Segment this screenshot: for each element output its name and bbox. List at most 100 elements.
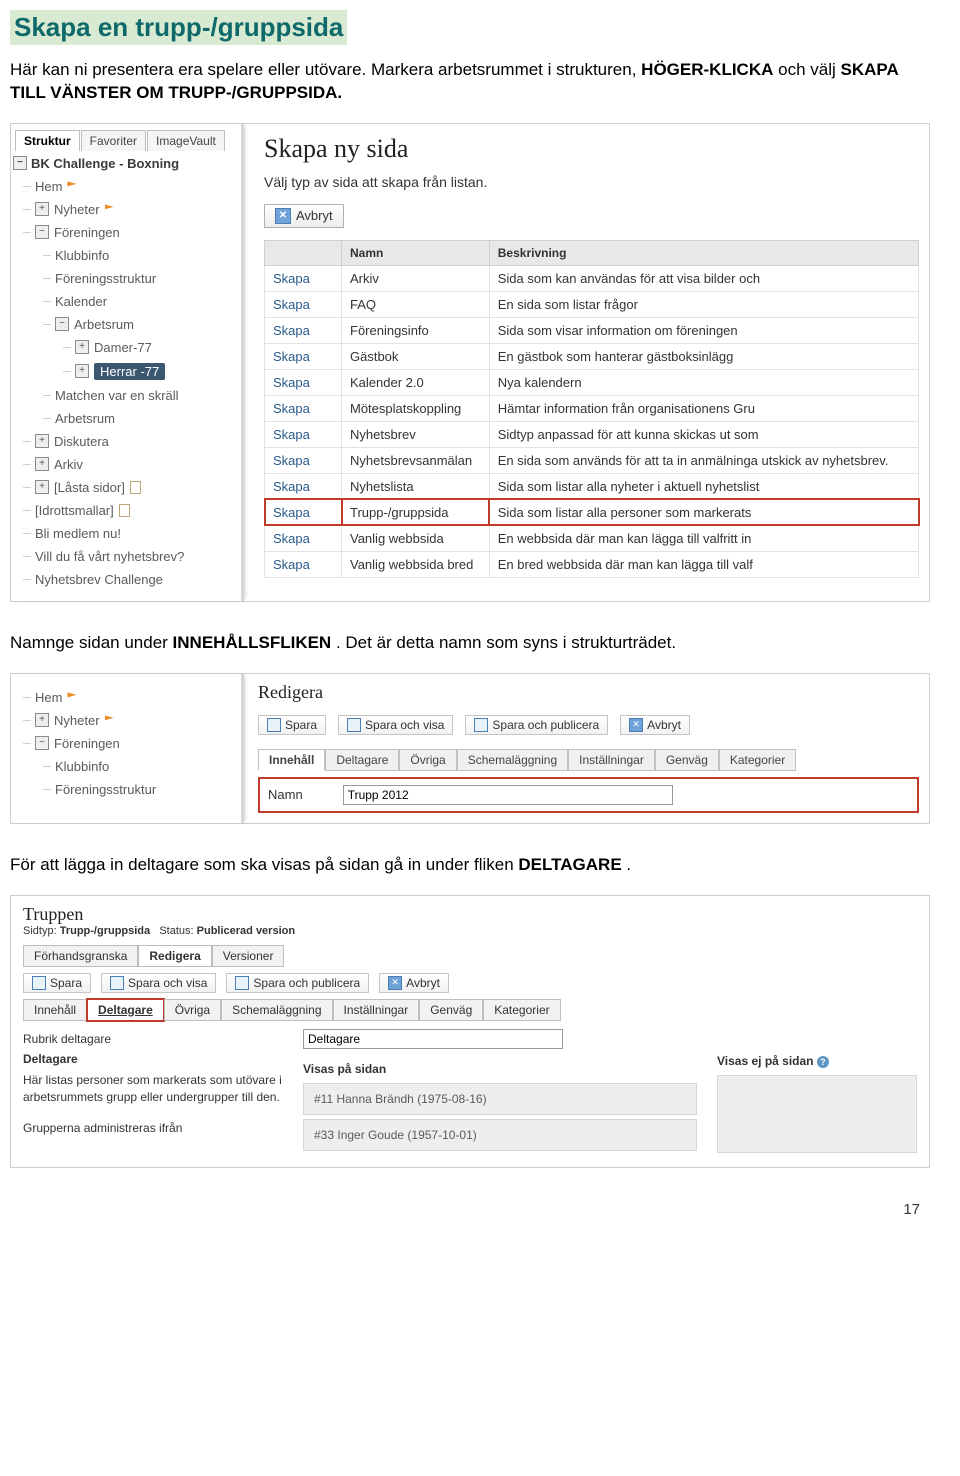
save-button[interactable]: Spara	[23, 973, 91, 993]
expand-icon[interactable]	[35, 434, 49, 448]
cancel-button[interactable]: ✕Avbryt	[620, 715, 690, 735]
tree-item[interactable]: Matchen var en skräll	[11, 384, 241, 407]
tab-schemalaggning[interactable]: Schemaläggning	[221, 999, 332, 1021]
skapa-link[interactable]: Skapa	[265, 395, 342, 421]
empty-dropzone[interactable]	[717, 1075, 917, 1153]
text: För att lägga in deltagare som ska visas…	[10, 855, 518, 874]
tree-item[interactable]: Nyhetsbrev Challenge	[11, 568, 241, 591]
table-row[interactable]: SkapaVanlig webbsidaEn webbsida där man …	[265, 525, 919, 551]
table-row[interactable]: SkapaArkivSida som kan användas för att …	[265, 265, 919, 291]
tree-root[interactable]: BK Challenge - Boxning	[11, 151, 241, 171]
skapa-link[interactable]: Skapa	[265, 447, 342, 473]
tree-item[interactable]: Nyheter	[11, 709, 241, 732]
tree-item[interactable]: Föreningsstruktur	[11, 267, 241, 290]
collapse-icon[interactable]	[13, 156, 27, 170]
save-view-button[interactable]: Spara och visa	[338, 715, 453, 735]
tree-item[interactable]: Hem	[11, 686, 241, 709]
table-row[interactable]: SkapaFöreningsinfoSida som visar informa…	[265, 317, 919, 343]
tree-item[interactable]: Föreningsstruktur	[11, 778, 241, 801]
tab-installningar[interactable]: Inställningar	[568, 749, 655, 771]
tree-item[interactable]: Klubbinfo	[11, 244, 241, 267]
expand-icon[interactable]	[75, 364, 89, 378]
skapa-link[interactable]: Skapa	[265, 421, 342, 447]
tree-item[interactable]: Vill du få vårt nyhetsbrev?	[11, 545, 241, 568]
tree-item[interactable]: Arkiv	[11, 453, 241, 476]
tree-item[interactable]: Diskutera	[11, 430, 241, 453]
name-input[interactable]	[343, 785, 673, 805]
save-view-button[interactable]: Spara och visa	[101, 973, 216, 993]
skapa-link[interactable]: Skapa	[265, 317, 342, 343]
value: Trupp-/gruppsida	[60, 925, 150, 937]
tab-struktur[interactable]: Struktur	[15, 130, 80, 151]
collapse-icon[interactable]	[35, 736, 49, 750]
tab-ovriga[interactable]: Övriga	[164, 999, 221, 1021]
name-label: Namn	[268, 787, 303, 802]
save-publish-button[interactable]: Spara och publicera	[226, 973, 369, 993]
table-row[interactable]: SkapaMötesplatskopplingHämtar informatio…	[265, 395, 919, 421]
skapa-link[interactable]: Skapa	[265, 369, 342, 395]
tab-genvag[interactable]: Genväg	[655, 749, 719, 771]
table-row[interactable]: SkapaNyhetslistaSida som listar alla nyh…	[265, 473, 919, 499]
tab-ovriga[interactable]: Övriga	[399, 749, 456, 771]
save-publish-button[interactable]: Spara och publicera	[465, 715, 608, 735]
tab-kategorier[interactable]: Kategorier	[719, 749, 796, 771]
tree-item[interactable]: Arbetsrum	[11, 407, 241, 430]
name-cell: Nyhetsbrevsanmälan	[342, 447, 490, 473]
save-button[interactable]: Spara	[258, 715, 326, 735]
expand-icon[interactable]	[35, 713, 49, 727]
tab-kategorier[interactable]: Kategorier	[483, 999, 560, 1021]
skapa-link[interactable]: Skapa	[265, 551, 342, 577]
table-row[interactable]: SkapaNyhetsbrevsanmälanEn sida som använ…	[265, 447, 919, 473]
tab-installningar[interactable]: Inställningar	[333, 999, 420, 1021]
skapa-link[interactable]: Skapa	[265, 343, 342, 369]
table-row[interactable]: SkapaVanlig webbsida bredEn bred webbsid…	[265, 551, 919, 577]
collapse-icon[interactable]	[35, 225, 49, 239]
tree-item[interactable]: Bli medlem nu!	[11, 522, 241, 545]
tree-item[interactable]: [Idrottsmallar]	[11, 499, 241, 522]
expand-icon[interactable]	[35, 202, 49, 216]
tab-schemalaggning[interactable]: Schemaläggning	[457, 749, 568, 771]
tab-forhandsgranska[interactable]: Förhandsgranska	[23, 945, 138, 967]
cancel-button[interactable]: ✕Avbryt	[379, 973, 449, 993]
tree-item[interactable]: Kalender	[11, 290, 241, 313]
visas-ej-heading: Visas ej på sidan ?	[717, 1051, 917, 1071]
tab-deltagare[interactable]: Deltagare	[87, 999, 164, 1021]
tree-item[interactable]: Klubbinfo	[11, 755, 241, 778]
tree-item[interactable]: Damer-77	[11, 336, 241, 359]
tab-imagevault[interactable]: ImageVault	[147, 130, 225, 151]
participant-item[interactable]: #11 Hanna Brändh (1975-08-16)	[303, 1083, 697, 1115]
expand-icon[interactable]	[75, 340, 89, 354]
table-row[interactable]: SkapaTrupp-/gruppsidaSida som listar all…	[265, 499, 919, 525]
tab-favoriter[interactable]: Favoriter	[81, 130, 146, 151]
expand-icon[interactable]	[35, 457, 49, 471]
tree-item[interactable]: Hem	[11, 175, 241, 198]
tree-item[interactable]: Nyheter	[11, 198, 241, 221]
tree-item[interactable]: Herrar -77	[11, 359, 241, 384]
tree-item[interactable]: Arbetsrum	[11, 313, 241, 336]
skapa-link[interactable]: Skapa	[265, 473, 342, 499]
skapa-link[interactable]: Skapa	[265, 499, 342, 525]
tree-item[interactable]: [Låsta sidor]	[11, 476, 241, 499]
tree-item-label: Nyheter	[54, 202, 100, 217]
tree-item[interactable]: Föreningen	[11, 221, 241, 244]
skapa-link[interactable]: Skapa	[265, 525, 342, 551]
tab-redigera[interactable]: Redigera	[138, 945, 211, 967]
help-icon[interactable]: ?	[817, 1056, 829, 1068]
cancel-button[interactable]: ✕ Avbryt	[264, 204, 344, 228]
tab-genvag[interactable]: Genväg	[419, 999, 483, 1021]
tree-item[interactable]: Föreningen	[11, 732, 241, 755]
collapse-icon[interactable]	[55, 317, 69, 331]
table-row[interactable]: SkapaKalender 2.0Nya kalendern	[265, 369, 919, 395]
participant-item[interactable]: #33 Inger Goude (1957-10-01)	[303, 1119, 697, 1151]
skapa-link[interactable]: Skapa	[265, 291, 342, 317]
tab-deltagare[interactable]: Deltagare	[325, 749, 399, 771]
tab-versioner[interactable]: Versioner	[212, 945, 285, 967]
table-row[interactable]: SkapaFAQEn sida som listar frågor	[265, 291, 919, 317]
skapa-link[interactable]: Skapa	[265, 265, 342, 291]
table-row[interactable]: SkapaGästbokEn gästbok som hanterar gäst…	[265, 343, 919, 369]
tab-innehall[interactable]: Innehåll	[258, 749, 325, 771]
tab-innehall[interactable]: Innehåll	[23, 999, 87, 1021]
rubrik-input[interactable]	[303, 1029, 563, 1049]
table-row[interactable]: SkapaNyhetsbrevSidtyp anpassad för att k…	[265, 421, 919, 447]
expand-icon[interactable]	[35, 480, 49, 494]
